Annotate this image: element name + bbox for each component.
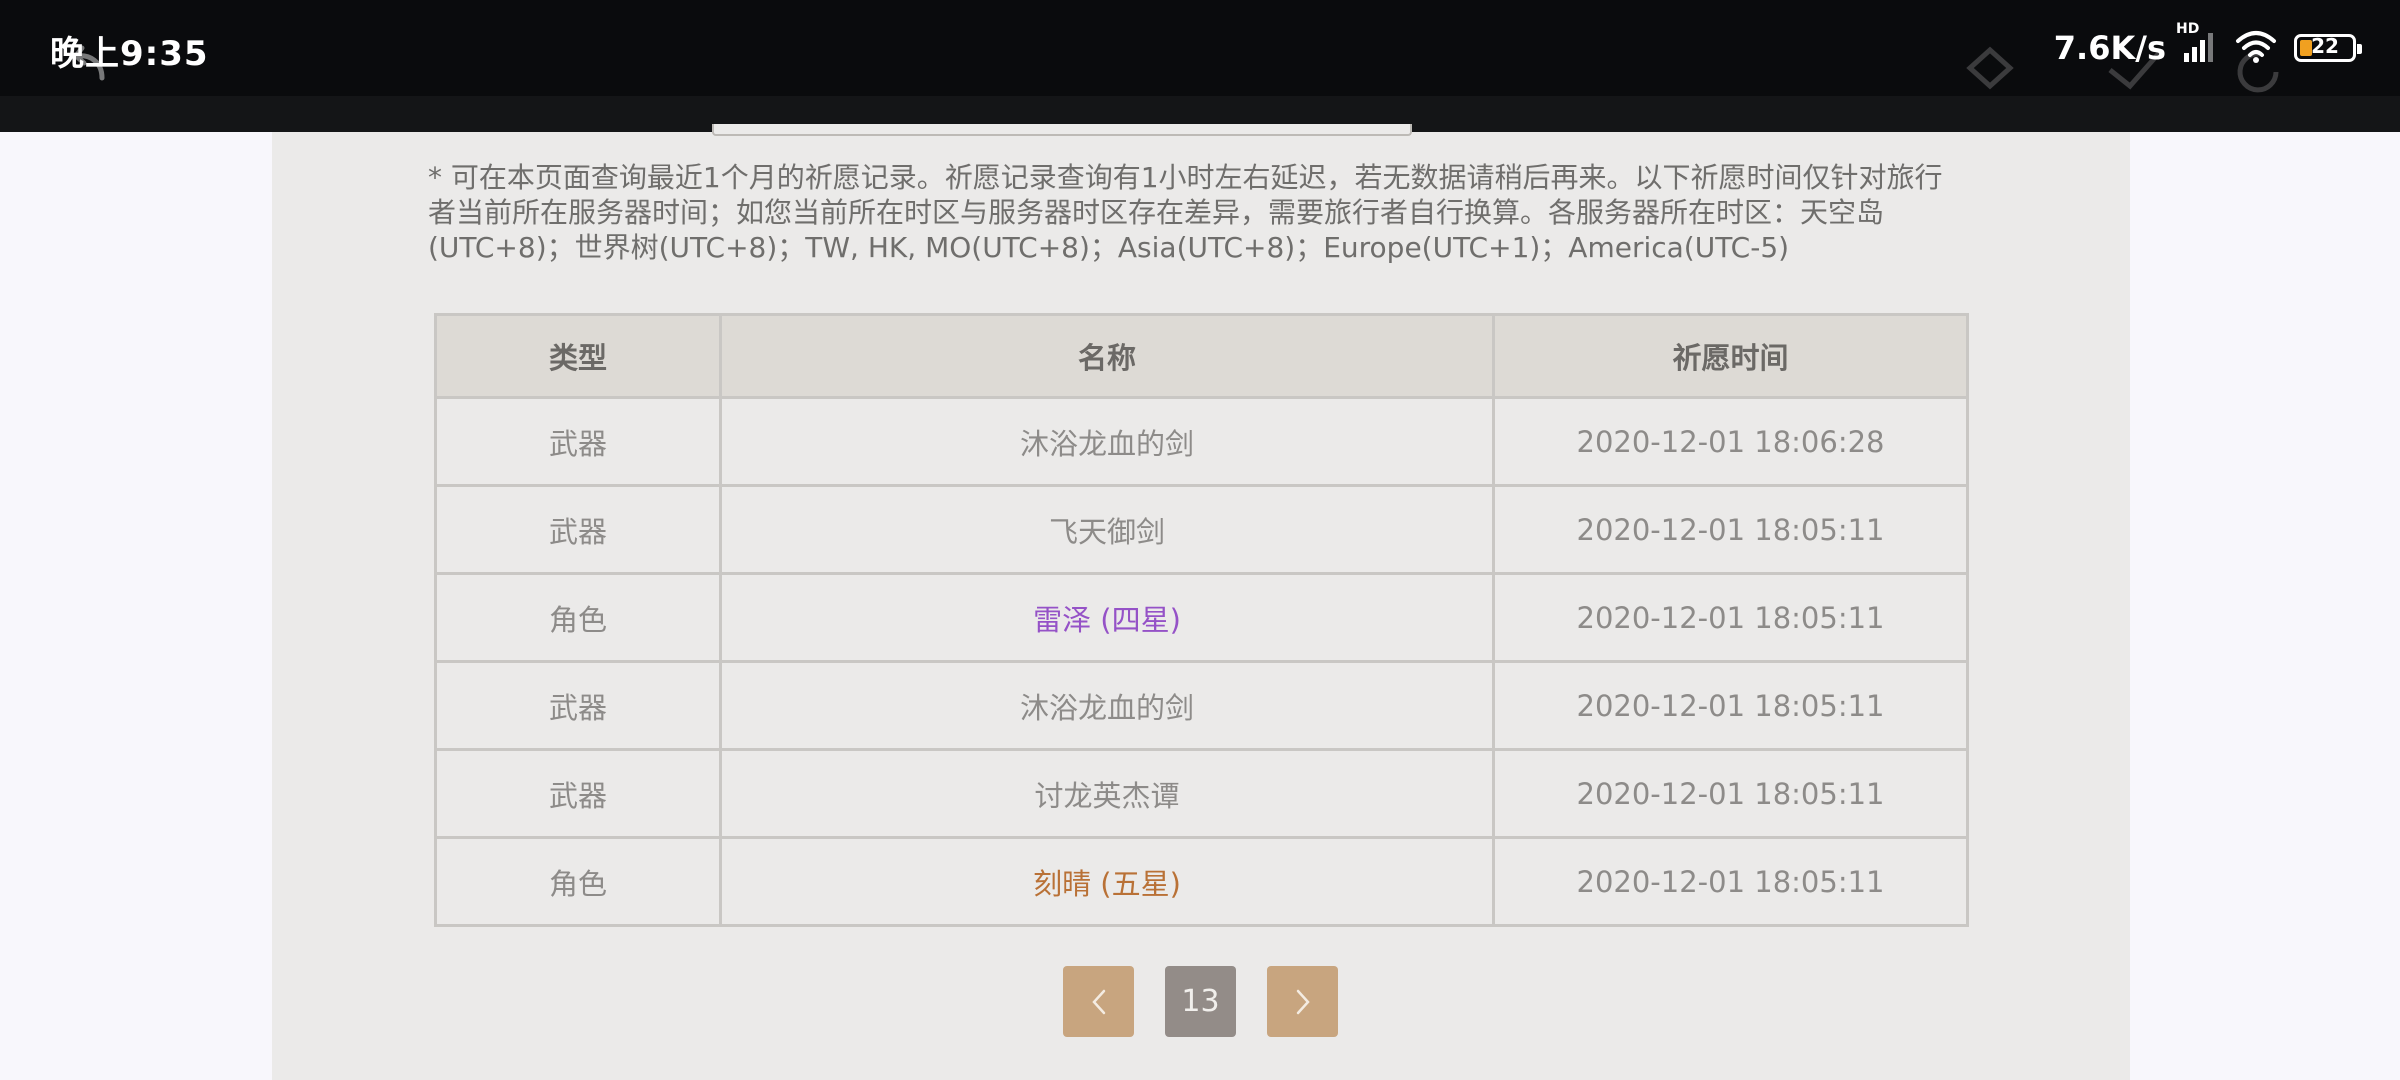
header-time: 祈愿时间 [1492, 313, 1969, 399]
cell-type: 角色 [434, 836, 722, 927]
current-page-indicator[interactable]: 13 [1165, 966, 1236, 1037]
table-row: 角色 刻晴 (五星) 2020-12-01 18:05:11 [434, 836, 1969, 927]
chevron-left-icon [1091, 989, 1105, 1014]
pagination: 13 [1063, 966, 1338, 1038]
header-type: 类型 [434, 313, 722, 399]
network-badge: HD [2176, 21, 2200, 37]
cell-type: 武器 [434, 748, 722, 839]
battery-level: 22 [2311, 34, 2339, 58]
cell-type: 武器 [434, 396, 722, 487]
cell-name: 沐浴龙血的剑 [719, 396, 1495, 487]
cell-time: 2020-12-01 18:05:11 [1492, 484, 1969, 575]
top-control-edge [712, 124, 1412, 136]
cell-name: 讨龙英杰谭 [719, 748, 1495, 839]
cell-time: 2020-12-01 18:05:11 [1492, 836, 1969, 927]
cell-type: 武器 [434, 484, 722, 575]
table-row: 武器 沐浴龙血的剑 2020-12-01 18:05:11 [434, 660, 1969, 751]
chevron-right-icon [1296, 989, 1310, 1014]
status-time: 晚上9:35 [50, 34, 209, 74]
cell-time: 2020-12-01 18:05:11 [1492, 748, 1969, 839]
table-row: 武器 飞天御剑 2020-12-01 18:05:11 [434, 484, 1969, 575]
prev-page-button[interactable] [1063, 966, 1134, 1037]
net-speed: 7.6K/s [2053, 29, 2166, 67]
cell-name-five-star: 刻晴 (五星) [719, 836, 1495, 927]
cell-time: 2020-12-01 18:06:28 [1492, 396, 1969, 487]
cell-time: 2020-12-01 18:05:11 [1492, 660, 1969, 751]
cell-name: 飞天御剑 [719, 484, 1495, 575]
wifi-icon [2234, 29, 2278, 67]
signal-icon: HD [2176, 21, 2218, 67]
table-row: 角色 雷泽 (四星) 2020-12-01 18:05:11 [434, 572, 1969, 663]
header-name: 名称 [719, 313, 1495, 399]
wish-history-table: 类型 名称 祈愿时间 武器 沐浴龙血的剑 2020-12-01 18:06:28… [434, 313, 1969, 927]
table-row: 武器 讨龙英杰谭 2020-12-01 18:05:11 [434, 748, 1969, 839]
battery-icon: 22 [2294, 34, 2362, 62]
cell-time: 2020-12-01 18:05:11 [1492, 572, 1969, 663]
status-indicators: 7.6K/s HD 22 [2053, 21, 2362, 72]
cell-name: 沐浴龙血的剑 [719, 660, 1495, 751]
cell-name-four-star: 雷泽 (四星) [719, 572, 1495, 663]
table-row: 武器 沐浴龙血的剑 2020-12-01 18:06:28 [434, 396, 1969, 487]
next-page-button[interactable] [1267, 966, 1338, 1037]
table-header-row: 类型 名称 祈愿时间 [434, 313, 1969, 399]
cell-type: 武器 [434, 660, 722, 751]
cell-type: 角色 [434, 572, 722, 663]
query-notice: * 可在本页面查询最近1个月的祈愿记录。祈愿记录查询有1小时左右延迟，若无数据请… [428, 161, 1943, 264]
